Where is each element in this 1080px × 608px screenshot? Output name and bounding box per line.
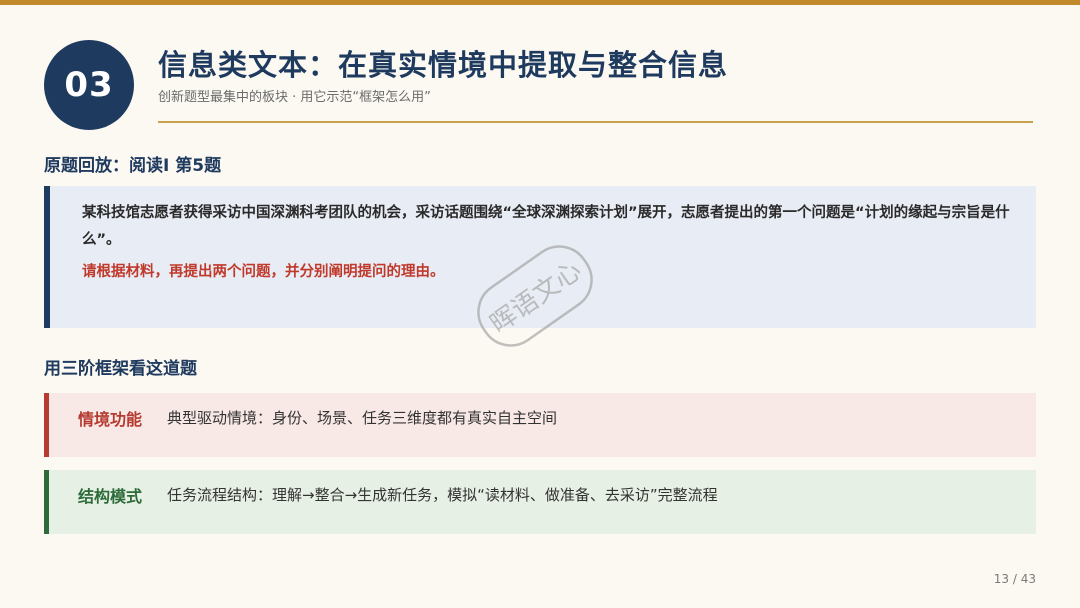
page-subtitle: 创新题型最集中的板块 · 用它示范“框架怎么用” bbox=[158, 90, 431, 105]
question-prompt: 请根据材料，再提出两个问题，并分别阐明提问的理由。 bbox=[82, 264, 445, 280]
section-number-badge: 03 bbox=[44, 40, 134, 130]
card-label: 结构模式 bbox=[78, 487, 143, 506]
card-label: 情境功能 bbox=[78, 410, 143, 429]
title-divider bbox=[158, 121, 1033, 123]
card-description: 任务流程结构：理解→整合→生成新任务，模拟“读材料、做准备、去采访”完整流程 bbox=[167, 486, 718, 504]
top-accent-bar bbox=[0, 0, 1080, 5]
framework-heading: 用三阶框架看这道题 bbox=[44, 359, 197, 379]
page-title: 信息类文本：在真实情境中提取与整合信息 bbox=[158, 48, 729, 82]
section-number: 03 bbox=[64, 65, 114, 105]
framework-card-context-function: 情境功能 典型驱动情境：身份、场景、任务三维度都有真实自主空间 bbox=[44, 393, 1036, 457]
card-description: 典型驱动情境：身份、场景、任务三维度都有真实自主空间 bbox=[167, 409, 558, 427]
page-number: 13 / 43 bbox=[993, 572, 1036, 586]
framework-card-structure-mode: 结构模式 任务流程结构：理解→整合→生成新任务，模拟“读材料、做准备、去采访”完… bbox=[44, 470, 1036, 534]
original-question-heading: 原题回放：阅读Ⅰ 第5题 bbox=[44, 156, 222, 176]
